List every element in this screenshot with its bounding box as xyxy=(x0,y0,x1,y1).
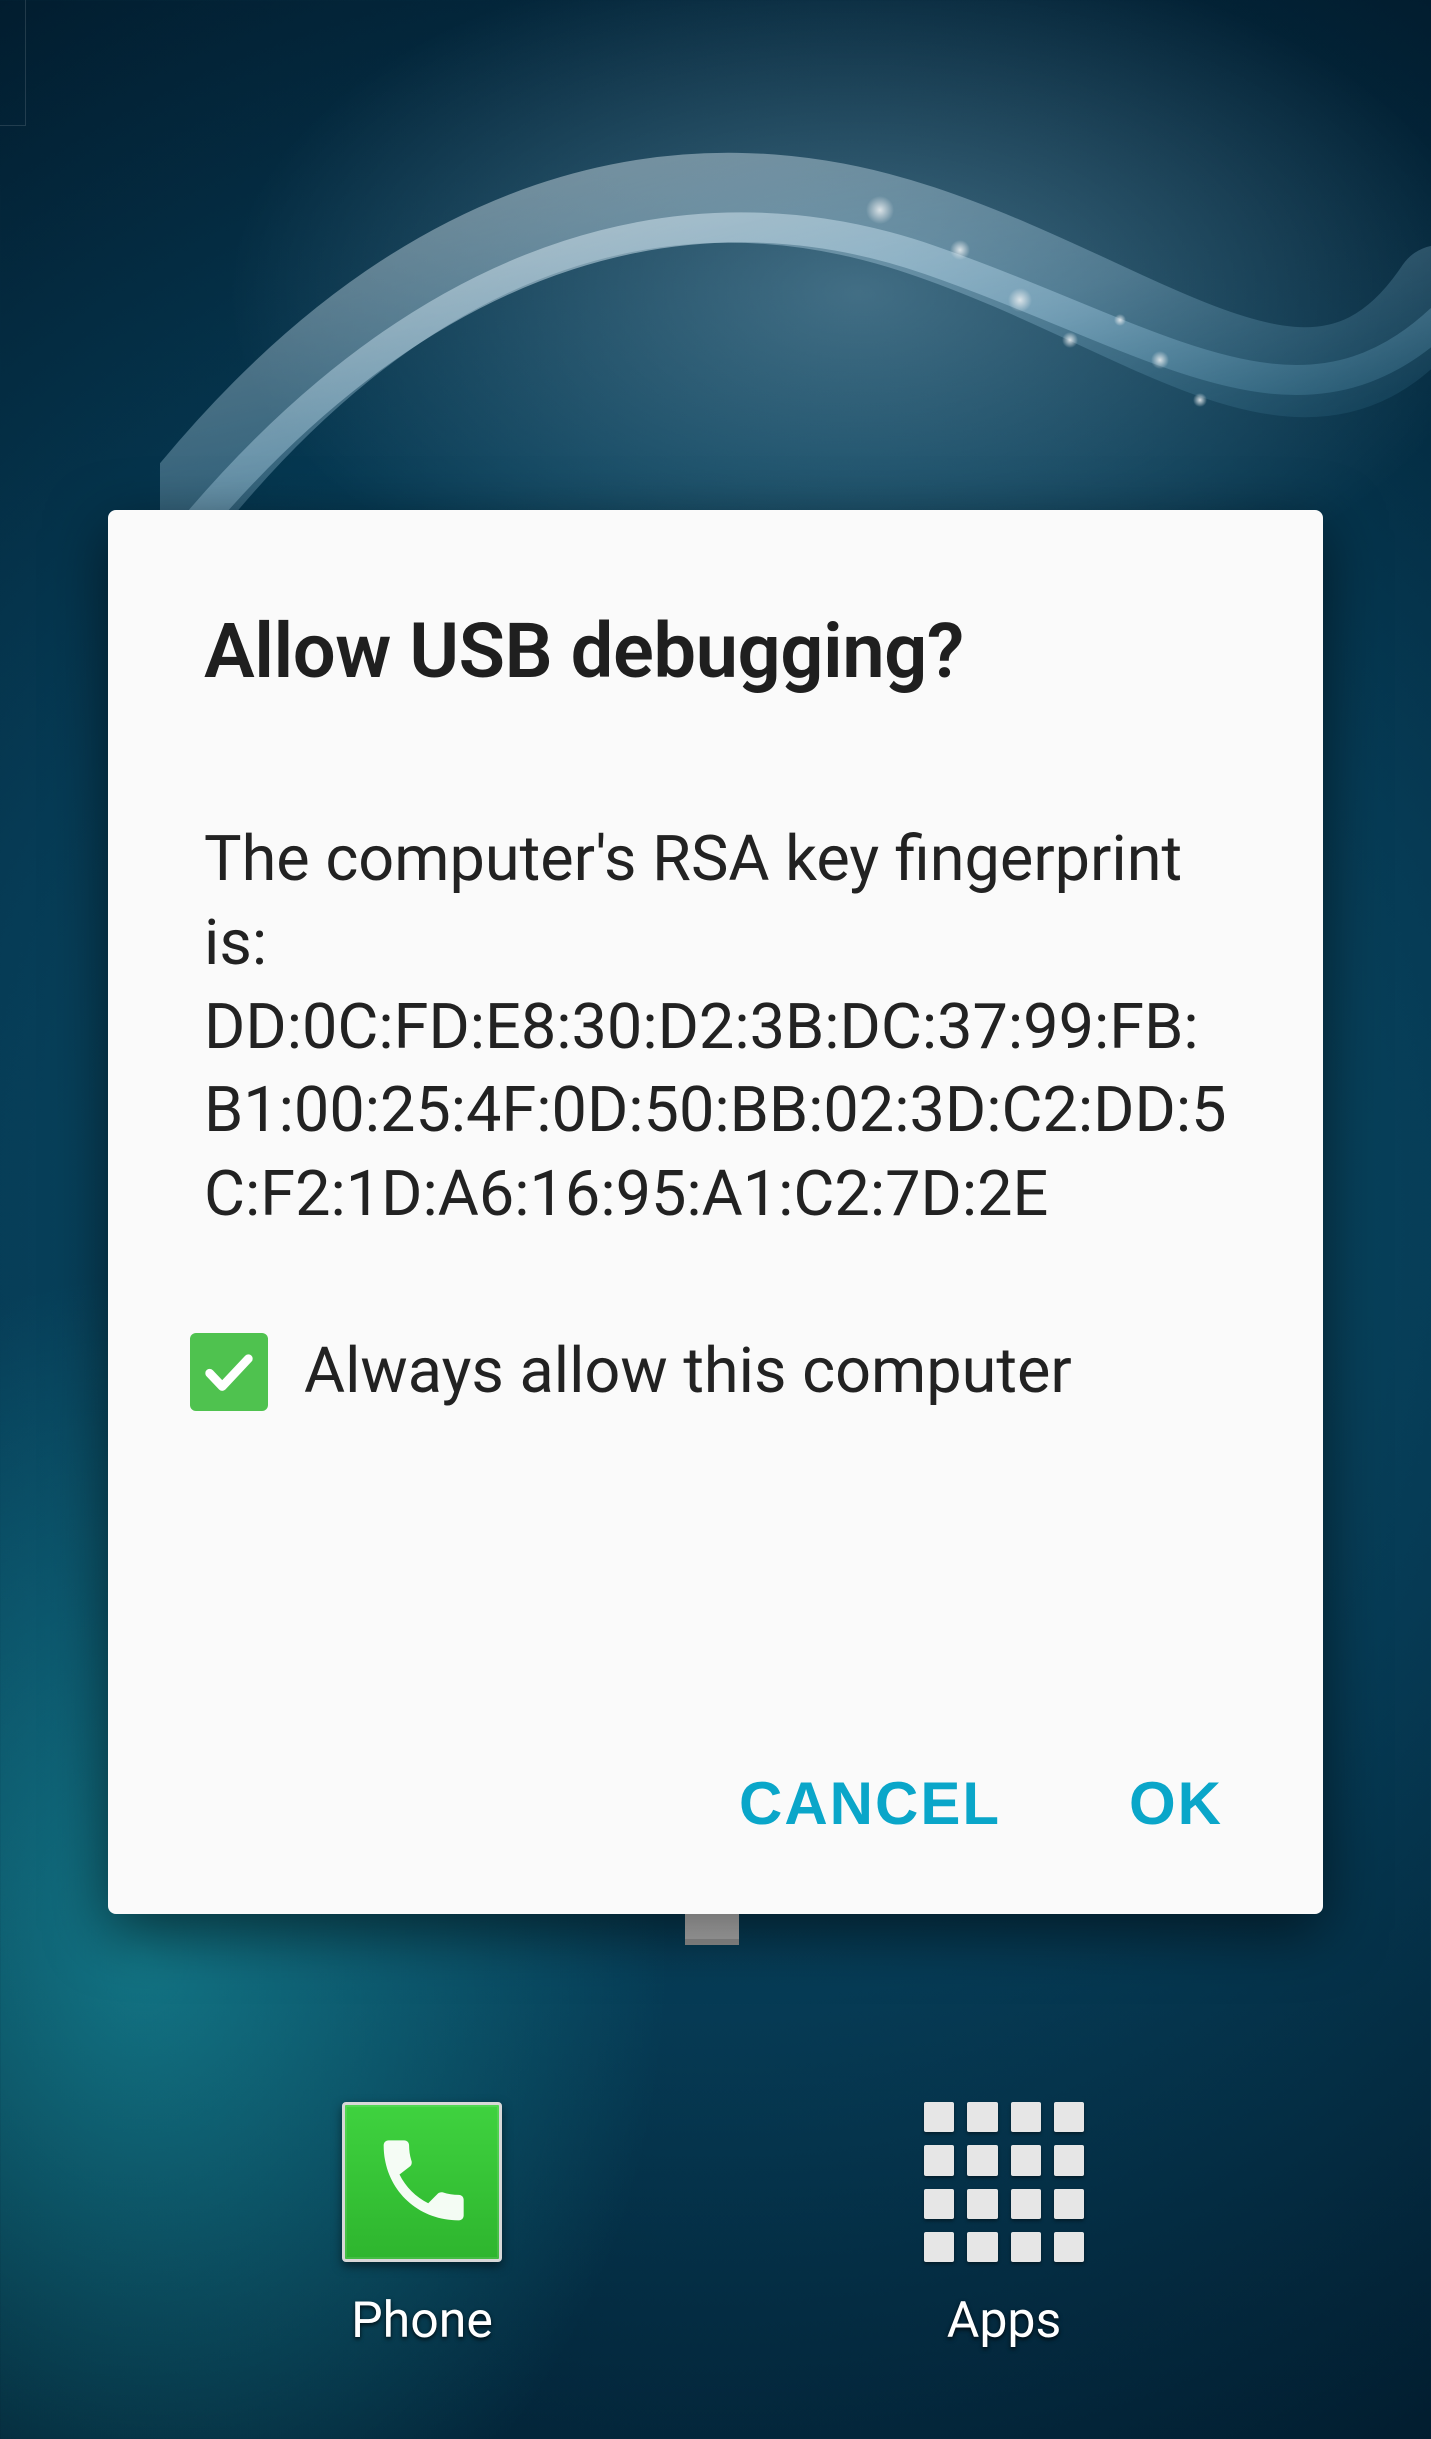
dialog-actions: CANCEL OK xyxy=(204,1751,1227,1846)
dock-phone-label: Phone xyxy=(351,2292,493,2350)
apps-icon xyxy=(924,2102,1084,2262)
dock-apps[interactable]: Apps xyxy=(924,2102,1084,2350)
dialog-title: Allow USB debugging? xyxy=(204,606,1227,696)
dialog-message-intro: The computer's RSA key fingerprint is: xyxy=(204,823,1182,980)
dialog-message: The computer's RSA key fingerprint is: D… xyxy=(204,818,1227,1237)
corner-artifact xyxy=(0,0,26,126)
rsa-fingerprint: DD:0C:FD:E8:30:D2:3B:DC:37:99:FB:B1:00:2… xyxy=(204,991,1227,1232)
dock-apps-label: Apps xyxy=(947,2292,1062,2350)
always-allow-row[interactable]: Always allow this computer xyxy=(190,1333,1227,1411)
check-icon xyxy=(200,1343,258,1401)
phone-icon xyxy=(342,2102,502,2262)
always-allow-checkbox[interactable] xyxy=(190,1333,268,1411)
dock-phone[interactable]: Phone xyxy=(342,2102,502,2350)
always-allow-label: Always allow this computer xyxy=(304,1335,1072,1408)
cancel-button[interactable]: CANCEL xyxy=(735,1761,1005,1846)
ok-button[interactable]: OK xyxy=(1125,1761,1227,1846)
usb-debugging-dialog: Allow USB debugging? The computer's RSA … xyxy=(108,510,1323,1914)
